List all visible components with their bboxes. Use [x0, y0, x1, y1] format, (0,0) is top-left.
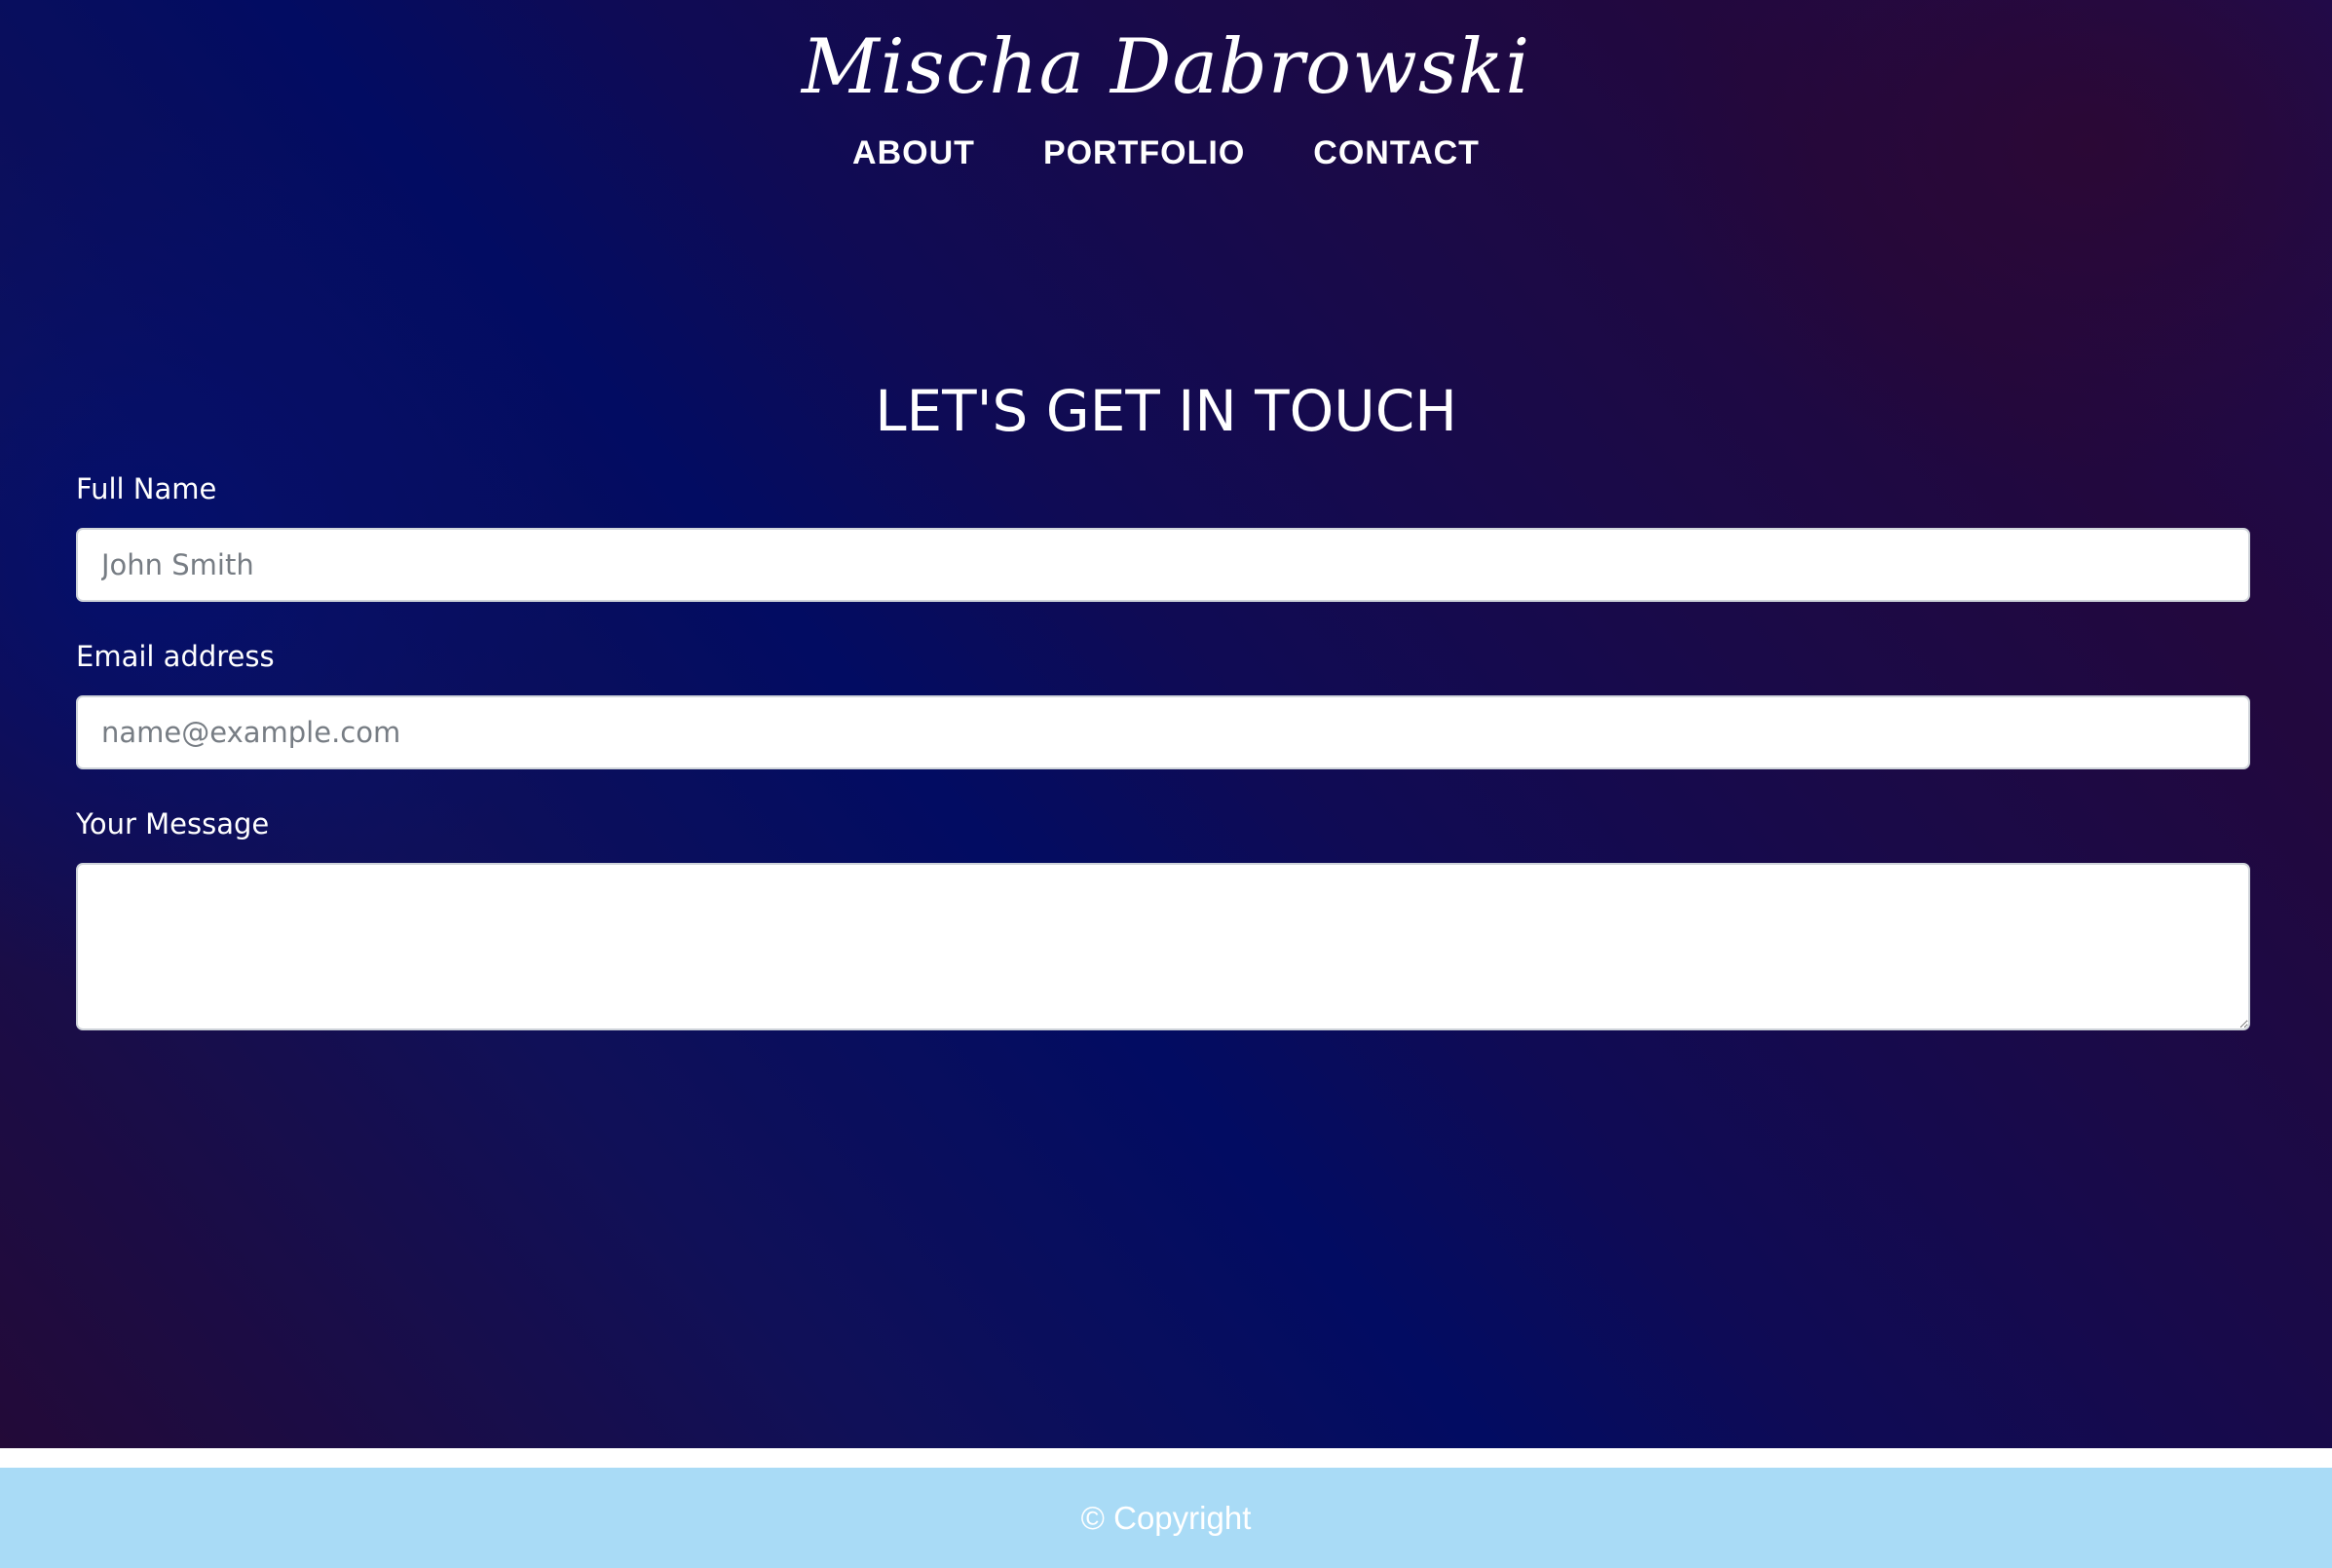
nav-link-about[interactable]: ABOUT	[851, 129, 976, 177]
site-name: Mischa Dabrowski	[801, 23, 1531, 111]
contact-title: LET'S GET IN TOUCH	[875, 378, 1457, 444]
nav-link-contact[interactable]: CONTACT	[1312, 129, 1481, 177]
main-nav: ABOUT PORTFOLIO CONTACT	[0, 129, 2332, 177]
hero-section: Mischa Dabrowski ABOUT PORTFOLIO CONTACT…	[0, 0, 2332, 1448]
email-label: Email address	[76, 640, 275, 673]
footer-spacer	[0, 1448, 2332, 1468]
email-input[interactable]	[76, 695, 2250, 769]
copyright-text: © Copyright	[1080, 1499, 1252, 1536]
message-textarea[interactable]	[76, 863, 2250, 1030]
full-name-input[interactable]	[76, 528, 2250, 602]
full-name-label: Full Name	[76, 472, 217, 505]
footer: © Copyright	[0, 1468, 2332, 1568]
message-label: Your Message	[76, 807, 270, 840]
nav-link-portfolio[interactable]: PORTFOLIO	[1042, 129, 1246, 177]
